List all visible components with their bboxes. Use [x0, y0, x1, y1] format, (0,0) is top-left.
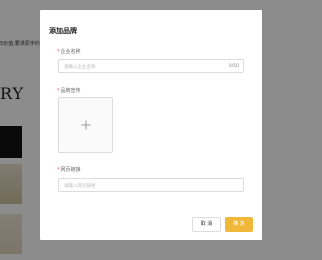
company-name-label: *企业名称 [57, 49, 81, 55]
image-upload-box[interactable] [58, 97, 113, 153]
required-mark: * [57, 88, 60, 94]
add-brand-dialog: 添加品牌 *企业名称 请输入企业名称 0/50 *品牌宣传 *网页链接 请输入网… [40, 10, 262, 240]
required-mark: * [57, 167, 60, 173]
required-mark: * [57, 49, 60, 55]
confirm-button[interactable]: 确 定 [225, 217, 253, 232]
company-name-placeholder: 请输入企业名称 [64, 65, 96, 70]
char-counter: 0/50 [228, 64, 239, 69]
web-link-placeholder: 请输入网页链接 [64, 184, 96, 189]
cancel-button[interactable]: 取 消 [192, 217, 221, 232]
web-link-input[interactable]: 请输入网页链接 [58, 178, 244, 192]
brand-promo-label: *品牌宣传 [57, 88, 81, 94]
plus-icon [81, 120, 90, 130]
dialog-title: 添加品牌 [49, 27, 77, 35]
company-name-input[interactable]: 请输入企业名称 0/50 [58, 59, 244, 73]
web-link-label: *网页链接 [57, 167, 81, 173]
